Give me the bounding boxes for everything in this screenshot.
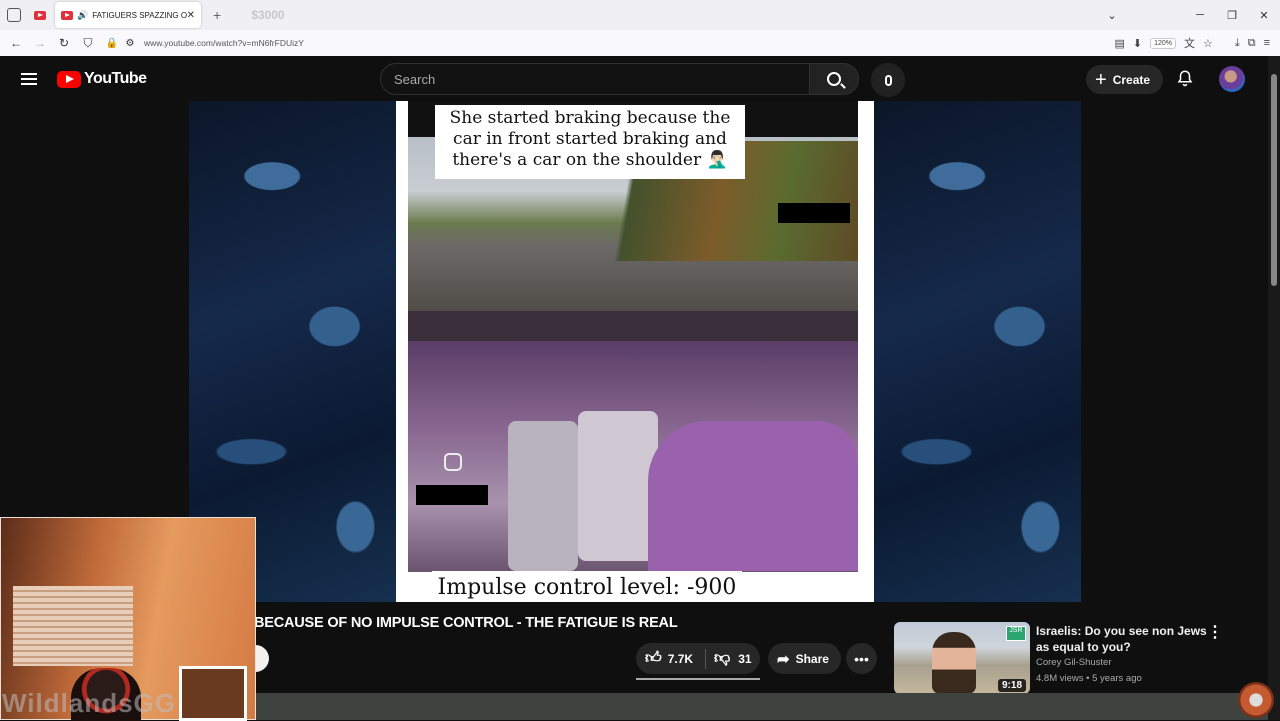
close-tab-icon[interactable]: ✕: [187, 10, 195, 21]
create-label: Create: [1112, 72, 1151, 87]
like-dislike-group: 👍︎ 7.7K 👎︎ 31: [636, 643, 760, 674]
bookmark-star-icon[interactable]: ☆: [1203, 37, 1213, 50]
tab-title: FATIGUERS SPAZZING OUT: [92, 10, 187, 20]
page-scrollbar[interactable]: [1268, 56, 1280, 720]
video-player[interactable]: She started braking because the car in f…: [189, 101, 1081, 602]
thumbs-down-icon: 👎︎: [714, 650, 731, 667]
close-window-button[interactable]: ✕: [1248, 9, 1280, 22]
microphone-icon: [884, 74, 892, 86]
speaker-icon[interactable]: 🔊: [77, 10, 88, 21]
extensions-icon[interactable]: ⧉: [1248, 37, 1256, 50]
rear-seat-left: [508, 421, 578, 571]
dislike-count: 31: [738, 651, 752, 666]
recommended-channel[interactable]: Corey Gil-Shuster: [1036, 657, 1112, 668]
player-background-right: [874, 101, 1081, 602]
back-icon[interactable]: ←: [4, 36, 28, 50]
video-title: BECAUSE OF NO IMPULSE CONTROL - THE FATI…: [254, 615, 678, 631]
more-actions-button[interactable]: •••: [846, 643, 877, 674]
restore-button[interactable]: ❐: [1216, 9, 1248, 22]
notifications-bell-icon[interactable]: [1176, 69, 1194, 87]
youtube-logo[interactable]: YouTube: [57, 70, 147, 88]
search-icon: [827, 72, 841, 86]
car-dashboard: [408, 311, 858, 341]
stream-watermark: WildlandsGG: [2, 688, 176, 718]
impulse-overlay-text: Impulse control level: -900: [432, 571, 742, 602]
translate-icon[interactable]: 文: [1184, 35, 1195, 51]
logo-text: YouTube: [84, 70, 147, 87]
youtube-favicon: [61, 10, 73, 20]
video-caption: She started braking because the car in f…: [435, 105, 745, 179]
redaction-bar-top: [778, 203, 850, 223]
plus-icon: +: [1095, 68, 1107, 91]
recommended-video[interactable]: JSR 9:18 Israelis: Do you see non Jews a…: [894, 622, 1234, 694]
like-count: 7.7K: [667, 651, 694, 666]
window-controls: ⌄ ─ ❐ ✕: [1096, 0, 1280, 30]
tab-overview-icon[interactable]: [7, 8, 21, 22]
channel-badge: JSR: [1006, 626, 1026, 641]
create-button[interactable]: + Create: [1086, 65, 1163, 94]
redaction-bar-bottom: [416, 485, 488, 505]
shield-icon[interactable]: ⛉: [76, 36, 100, 51]
save-page-icon[interactable]: ⬇: [1133, 37, 1142, 50]
dashcam-footage: She started braking because the car in f…: [408, 101, 858, 572]
url-field[interactable]: www.youtube.com/watch?v=mN6frFDUizY: [144, 38, 304, 48]
thumbnail-person: [932, 632, 976, 694]
video-duration: 9:18: [997, 679, 1026, 692]
youtube-play-icon: [57, 70, 81, 88]
rear-seat-right: [578, 411, 658, 561]
forward-icon[interactable]: →: [28, 36, 52, 50]
wall-picture-frame: [179, 666, 247, 721]
browser-tab-bar: 🔊 FATIGUERS SPAZZING OUT ✕ + $3000 ⌄ ─ ❐…: [0, 0, 1280, 30]
lock-icon[interactable]: 🔒: [100, 38, 124, 49]
kebab-menu-icon[interactable]: ⋮: [1207, 622, 1223, 642]
share-label: Share: [795, 651, 829, 666]
active-tab[interactable]: 🔊 FATIGUERS SPAZZING OUT ✕: [55, 2, 201, 28]
dislike-button[interactable]: 👎︎ 31: [706, 649, 752, 668]
reader-view-icon[interactable]: ▤: [1114, 37, 1124, 50]
corner-avatar: [1238, 682, 1274, 718]
menu-icon[interactable]: ≡: [1264, 37, 1270, 49]
search-input[interactable]: Search: [380, 63, 810, 95]
share-arrow-icon: ➦: [777, 650, 790, 668]
minimize-button[interactable]: ─: [1184, 9, 1216, 21]
search-button[interactable]: [809, 63, 859, 95]
like-ratio-bar: [636, 678, 760, 680]
hamburger-menu-icon[interactable]: [21, 73, 37, 85]
thumbs-up-icon: 👍︎: [645, 650, 662, 667]
youtube-header: YouTube Search + Create: [0, 56, 1268, 102]
browser-nav-bar: ← → ↻ ⛉ 🔒 ⚙ www.youtube.com/watch?v=mN6f…: [0, 30, 1280, 56]
account-avatar[interactable]: [1219, 66, 1245, 92]
share-button[interactable]: ➦ Share: [768, 643, 841, 674]
recommended-thumbnail[interactable]: JSR 9:18: [894, 622, 1030, 694]
recommended-title[interactable]: Israelis: Do you see non Jews as equal t…: [1036, 623, 1216, 655]
scrollbar-thumb[interactable]: [1271, 74, 1277, 286]
youtube-favicon: [34, 10, 46, 20]
like-button[interactable]: 👍︎ 7.7K: [636, 648, 706, 669]
new-tab-button[interactable]: +: [213, 7, 221, 23]
reload-icon[interactable]: ↻: [52, 36, 76, 50]
pinned-tab[interactable]: [29, 4, 51, 26]
video-frame: She started braking because the car in f…: [396, 101, 874, 602]
list-tabs-icon[interactable]: ⌄: [1096, 9, 1128, 22]
nav-right-tools: ▤ ⬇ 120% 文 ☆ ⤓ ⧉ ≡: [1114, 30, 1270, 56]
downloads-icon[interactable]: ⤓: [1235, 37, 1240, 50]
zoom-badge[interactable]: 120%: [1150, 37, 1176, 49]
window-blind: [13, 586, 133, 666]
instagram-icon: [444, 453, 462, 471]
voice-search-button[interactable]: [871, 63, 905, 97]
ghost-tab-label: $3000: [251, 8, 285, 22]
permissions-icon[interactable]: ⚙: [124, 38, 136, 49]
driver-hoodie: [648, 421, 858, 571]
recommended-meta: 4.8M views • 5 years ago: [1036, 673, 1142, 684]
